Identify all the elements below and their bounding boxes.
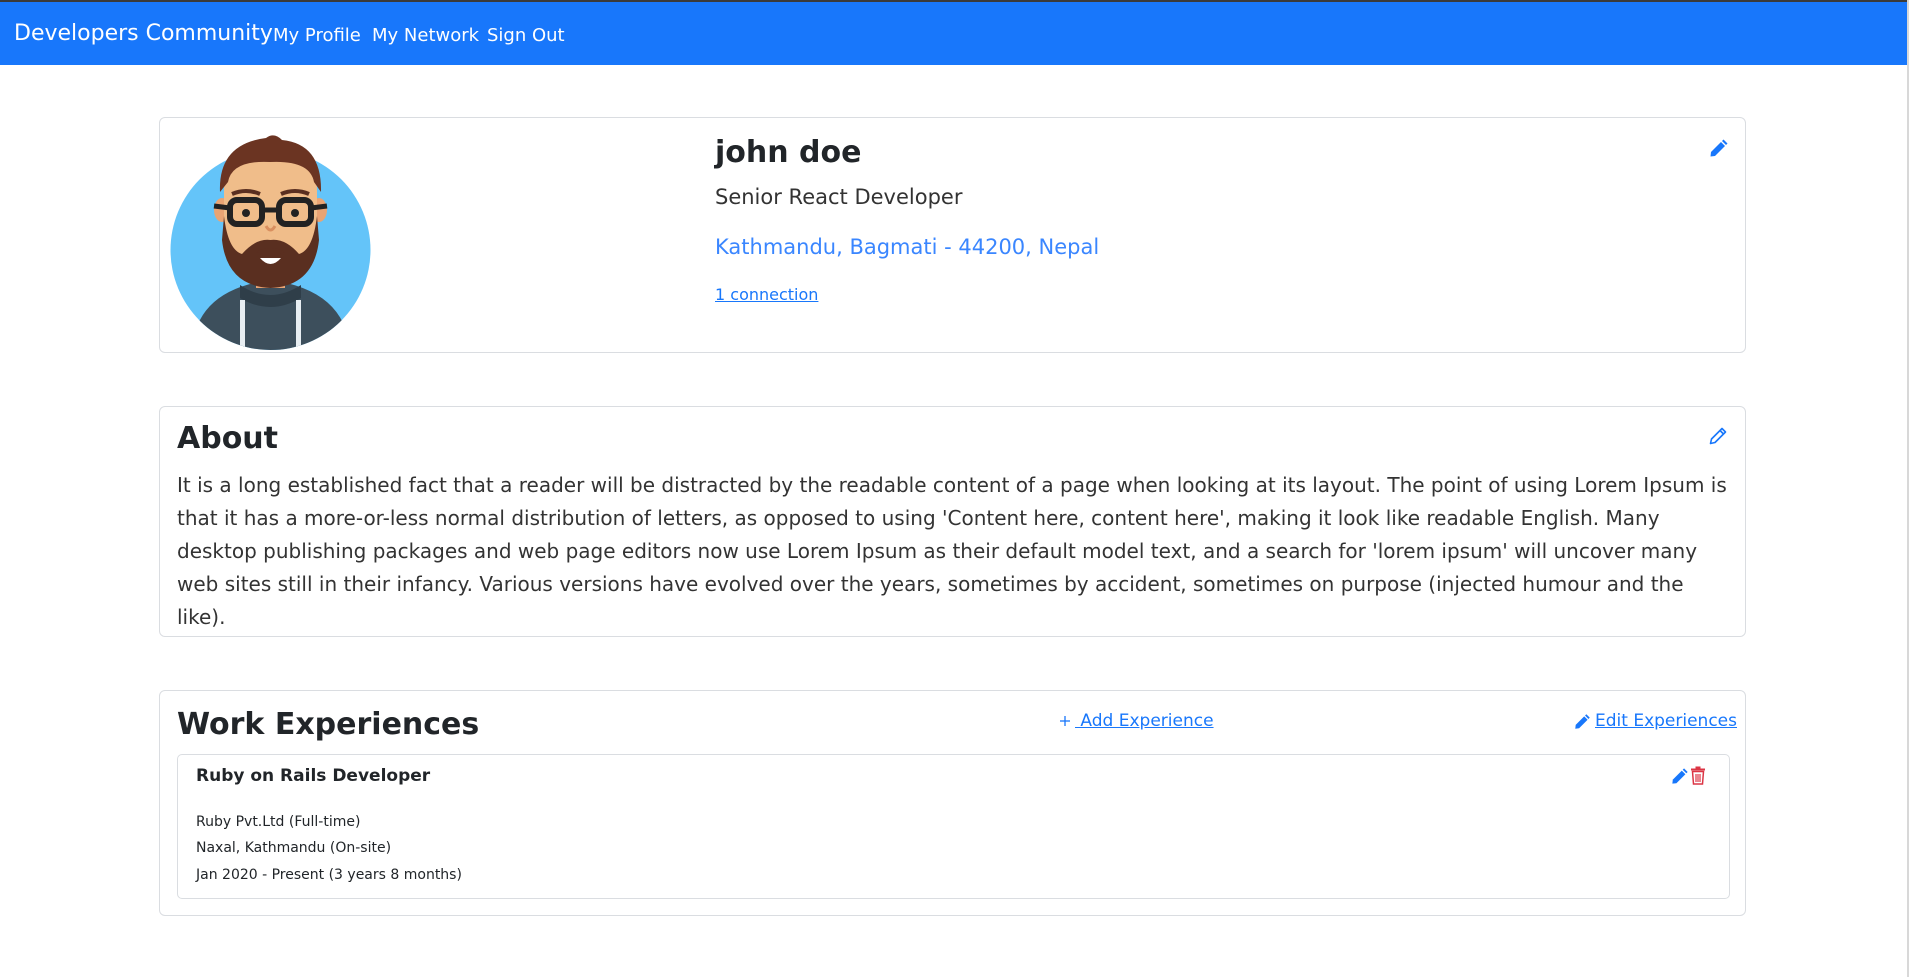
add-experience-label: Add Experience	[1075, 711, 1214, 731]
about-title: About	[177, 421, 279, 456]
work-experiences-card: Work Experiences Add Experience Edit Exp…	[159, 690, 1746, 916]
avatar	[170, 135, 371, 350]
edit-experiences-link[interactable]: Edit Experiences	[1574, 711, 1737, 731]
add-experience-link[interactable]: Add Experience	[1059, 711, 1214, 731]
experience-company: Ruby Pvt.Ltd (Full-time)	[196, 814, 361, 830]
about-card: About It is a long established fact that…	[159, 406, 1746, 637]
pencil-outline-icon[interactable]	[1708, 426, 1728, 446]
profile-name: john doe	[715, 135, 862, 170]
experience-location: Naxal, Kathmandu (On-site)	[196, 840, 392, 856]
profile-headline: Senior React Developer	[715, 185, 963, 209]
pencil-icon[interactable]	[1671, 767, 1689, 785]
work-experiences-title: Work Experiences	[177, 707, 480, 742]
about-text: It is a long established fact that a rea…	[177, 473, 1727, 629]
pencil-icon[interactable]	[1709, 138, 1729, 158]
plus-icon	[1060, 716, 1070, 726]
experience-dates: Jan 2020 - Present (3 years 8 months)	[196, 867, 462, 883]
edit-experiences-label: Edit Experiences	[1595, 711, 1737, 731]
connections-link[interactable]: 1 connection	[715, 285, 818, 304]
nav-sign-out[interactable]: Sign Out	[487, 25, 565, 46]
nav-my-network[interactable]: My Network	[372, 25, 479, 46]
top-navbar: Developers Community My Profile My Netwo…	[0, 0, 1907, 65]
experience-title: Ruby on Rails Developer	[196, 766, 431, 786]
nav-my-profile[interactable]: My Profile	[273, 25, 361, 46]
profile-card: john doe Senior React Developer Kathmand…	[159, 117, 1746, 353]
brand-link[interactable]: Developers Community	[14, 21, 273, 46]
trash-icon[interactable]	[1690, 766, 1706, 785]
profile-location: Kathmandu, Bagmati - 44200, Nepal	[715, 235, 1100, 259]
pencil-icon	[1575, 713, 1590, 729]
experience-item: Ruby on Rails Developer Ruby Pvt.Ltd (Fu…	[177, 754, 1730, 899]
